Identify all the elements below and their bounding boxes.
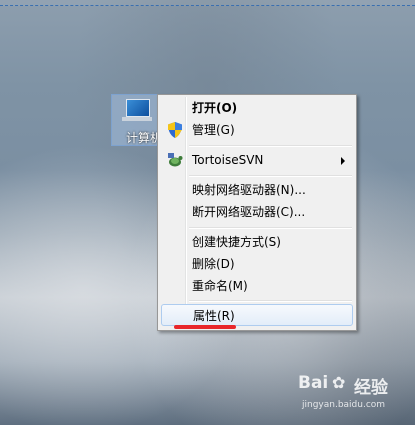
menu-item-rename[interactable]: 重命名(M)	[161, 275, 353, 297]
menu-item-manage[interactable]: 管理(G)	[161, 119, 353, 141]
uac-shield-icon	[168, 122, 182, 138]
menu-item-map-network-drive[interactable]: 映射网络驱动器(N)...	[161, 179, 353, 201]
menu-item-label: 属性(R)	[193, 309, 235, 323]
menu-item-tortoisesvn[interactable]: TortoiseSVN	[161, 149, 353, 171]
watermark-brand-right: 经验	[354, 378, 388, 398]
menu-item-label: TortoiseSVN	[192, 153, 264, 167]
menu-item-create-shortcut[interactable]: 创建快捷方式(S)	[161, 231, 353, 253]
computer-monitor-icon	[126, 99, 150, 117]
menu-item-properties[interactable]: 属性(R)	[161, 304, 353, 326]
menu-separator	[189, 227, 352, 229]
menu-separator	[189, 300, 352, 302]
watermark-brand-left: Bai	[298, 373, 329, 393]
baidu-jingyan-watermark: Bai ✿ 经验 jingyan.baidu.com	[298, 373, 408, 413]
menu-separator	[189, 175, 352, 177]
menu-item-disconnect-network-drive[interactable]: 断开网络驱动器(C)...	[161, 201, 353, 223]
annotation-underline	[174, 325, 236, 329]
context-menu: 打开(O) 管理(G) TortoiseSVN 映射网络驱动器(N)... 断开…	[157, 94, 357, 331]
selection-marquee-edge	[0, 0, 415, 6]
menu-item-delete[interactable]: 删除(D)	[161, 253, 353, 275]
menu-item-label: 映射网络驱动器(N)...	[192, 183, 306, 197]
menu-item-label: 打开(O)	[192, 101, 238, 115]
tortoisesvn-icon	[168, 153, 183, 167]
menu-separator	[189, 145, 352, 147]
watermark-site: jingyan.baidu.com	[302, 400, 386, 410]
menu-item-label: 重命名(M)	[192, 279, 248, 293]
baidu-paw-icon: ✿	[332, 373, 346, 392]
menu-item-label: 创建快捷方式(S)	[192, 235, 281, 249]
menu-item-label: 管理(G)	[192, 123, 235, 137]
menu-item-open[interactable]: 打开(O)	[161, 97, 353, 119]
submenu-arrow-icon	[341, 157, 345, 165]
computer-desktop-icon[interactable]: 计算机	[111, 94, 162, 146]
computer-monitor-base	[122, 117, 152, 121]
menu-item-label: 断开网络驱动器(C)...	[192, 205, 306, 219]
menu-item-label: 删除(D)	[192, 257, 235, 271]
